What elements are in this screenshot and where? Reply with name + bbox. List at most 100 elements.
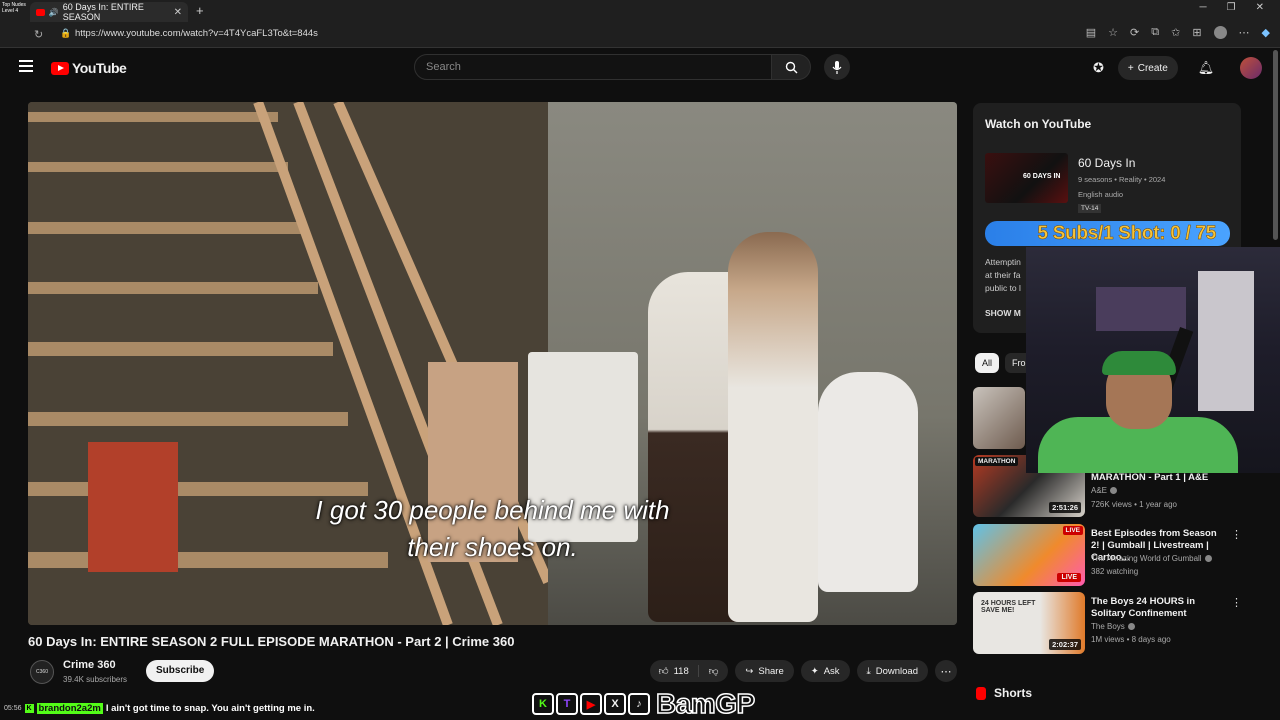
header-actions: ✪ + Create 🔔︎ [1093,56,1263,80]
mute-icon[interactable]: 🔊 [49,8,59,17]
recommendation-thumbnail: 24 HOURS LEFT SAVE ME! 2:02:37 [973,592,1085,654]
channel-label: The Boys [1091,622,1125,631]
share-label: Share [758,665,784,677]
browser-toolbar-icons: ▤ ☆ ⟳ ⧉ ✩ ⊞ ⋯ ◆ [1086,26,1270,39]
restore-icon[interactable]: ❐ [1227,2,1236,13]
shorts-icon [976,686,986,700]
user-avatar[interactable] [1240,57,1263,79]
marathon-badge: MARATHON [975,457,1019,466]
live-badge: LIVE [1057,573,1081,582]
plus-icon: + [1127,62,1134,74]
streamer-brand: K T ▶ X ♪ BamGP [532,687,756,720]
extensions-icon[interactable]: ⧉ [1151,26,1159,39]
address-bar: ↻ 🔒 https://www.youtube.com/watch?v=4T4Y… [0,22,1280,48]
search-input[interactable]: Search [414,54,772,80]
sub-goal-banner: 5 Subs/1 Shot: 0 / 75 [985,221,1230,246]
url-field[interactable]: https://www.youtube.com/watch?v=4T4YcaFL… [75,28,318,39]
recommendation-views: 726K views • 1 year ago [1091,500,1177,509]
youtube-logo[interactable]: YouTube [51,60,127,76]
search-icon [785,61,797,73]
tab-title: 60 Days In: ENTIRE SEASON [62,2,144,22]
subscribe-button[interactable]: Subscribe [146,660,215,682]
browser-tab-bar: Top Nudes Level 4 🔊 60 Days In: ENTIRE S… [0,0,1280,22]
overlay-line: Level 4 [2,8,19,14]
show-description: Attemptin at their fa public to l [985,256,1025,295]
youtube-play-icon [51,61,69,75]
more-vertical-icon[interactable]: ⋮ [1231,596,1242,609]
site-info-icon[interactable]: 🔒 [60,28,71,39]
channel-label: The Amazing World of Gumball [1091,554,1202,563]
close-window-icon[interactable]: ✕ [1256,2,1264,13]
download-button[interactable]: ⤓ Download [856,660,928,682]
recommendation-item[interactable]: LIVE LIVE Best Episodes from Season 2! |… [973,524,1243,586]
ask-button[interactable]: ✦ Ask [800,660,850,682]
channel-avatar[interactable]: C360 [30,660,54,684]
reader-icon[interactable]: ▤ [1086,26,1096,39]
premium-gem-icon[interactable]: ✪ [1093,60,1104,76]
chat-username: brandon2a2m [36,702,103,714]
sub-goal-text: 5 Subs/1 Shot: 0 / 75 [1037,222,1216,244]
show-audio: English audio [1078,190,1124,199]
watch-card-heading: Watch on YouTube [985,117,1092,131]
chip-all[interactable]: All [975,353,1000,373]
collections-icon[interactable]: ⊞ [1192,26,1201,39]
verified-icon [1110,487,1118,495]
youtube-header: YouTube Search ✪ + Create 🔔︎ [0,48,1280,88]
create-button[interactable]: + Create [1117,56,1178,80]
voice-search-button[interactable] [824,54,850,80]
rating-badge: TV-14 [1078,204,1102,213]
dislike-button[interactable]: 👎︎ [699,665,729,677]
browser-tab[interactable]: 🔊 60 Days In: ENTIRE SEASON ✕ [30,2,188,22]
share-button[interactable]: ↪ Share [735,660,794,682]
kick-logo-icon: K [532,693,554,715]
thumbnail-text: 24 HOURS LEFT SAVE ME! [981,600,1036,614]
recommendation-thumbnail [973,387,1025,449]
video-title: 60 Days In: ENTIRE SEASON 2 FULL EPISODE… [28,634,515,649]
show-title[interactable]: 60 Days In [1078,156,1135,170]
chat-message: I ain't got time to snap. You ain't gett… [105,702,315,714]
notifications-bell-icon[interactable]: 🔔︎ [1198,60,1215,76]
like-count: 118 [673,665,689,677]
video-player[interactable]: I got 30 people behind me with their sho… [28,102,957,625]
close-tab-icon[interactable]: ✕ [174,7,182,18]
hamburger-menu-icon[interactable] [19,60,33,72]
page-scrollbar[interactable] [1273,50,1278,240]
channel-label: A&E [1091,486,1108,495]
more-vertical-icon[interactable]: ⋮ [1231,528,1242,541]
like-button[interactable]: 👍︎ 118 [650,665,699,677]
logo-wordmark: YouTube [72,60,127,76]
recommendation-title: MARATHON - Part 1 | A&E [1091,472,1209,483]
desc-line: public to l [985,283,1021,293]
more-horizontal-icon: ⋯ [940,665,952,678]
channel-name[interactable]: Crime 360 [63,659,116,671]
new-tab-button[interactable]: + [196,3,204,18]
favorites-icon[interactable]: ✩ [1171,26,1180,39]
webcam-person-bandana [1102,351,1176,375]
streamer-webcam [1026,247,1280,473]
tiktok-logo-icon: ♪ [628,693,650,715]
extension-icon[interactable]: ⟳ [1130,26,1139,39]
recommendation-item[interactable]: 24 HOURS LEFT SAVE ME! 2:02:37 The Boys … [973,592,1243,654]
thumbs-down-icon: 👎︎ [708,666,719,677]
recommendation-views: 1M views • 8 days ago [1091,635,1171,644]
refresh-icon[interactable]: ↻ [34,28,43,41]
show-thumbnail[interactable]: 60 DAYS IN [985,153,1068,203]
menu-dots-icon[interactable]: ⋯ [1239,26,1250,39]
show-more-button[interactable]: SHOW M [985,308,1021,318]
minimize-icon[interactable]: ─ [1200,2,1207,13]
more-actions-button[interactable]: ⋯ [935,660,957,682]
profile-avatar[interactable] [1213,26,1227,39]
microphone-icon [832,60,842,74]
favorite-star-icon[interactable]: ☆ [1108,26,1118,39]
search-button[interactable] [771,54,811,80]
recommendation-thumbnail: LIVE LIVE [973,524,1085,586]
recommendation-channel: The Amazing World of Gumball [1091,554,1212,563]
youtube-logo-icon: ▶ [580,693,602,715]
live-badge-top: LIVE [1062,526,1083,535]
duration-badge: 2:02:37 [1049,639,1081,650]
copilot-icon[interactable]: ◆ [1262,26,1270,39]
recommendation-title: The Boys 24 HOURS in Solitary Confinemen… [1091,596,1195,619]
subtitle-line: their shoes on. [407,532,578,562]
shorts-section-header: Shorts [976,686,1032,700]
twitch-logo-icon: T [556,693,578,715]
